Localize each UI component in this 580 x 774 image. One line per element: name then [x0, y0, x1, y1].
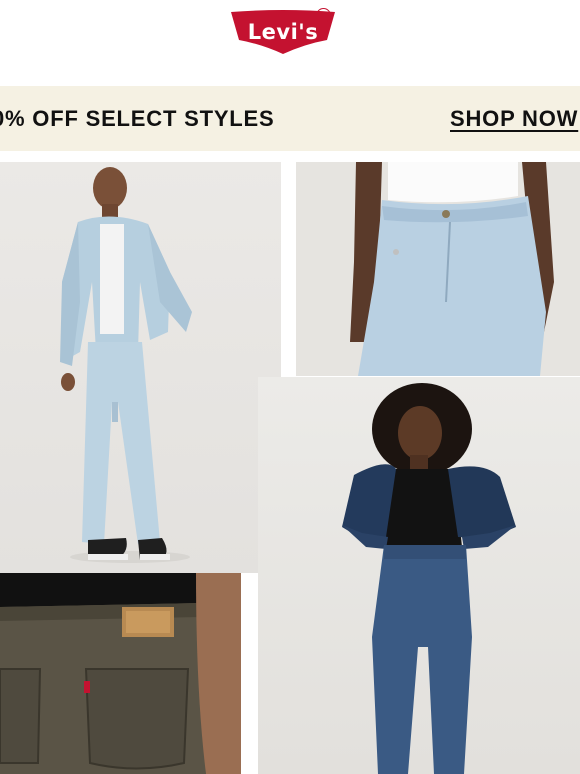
woman-dark-denim-photo: [342, 383, 516, 774]
image-woman-dark-denim[interactable]: [258, 377, 580, 774]
image-jeans-back-pocket[interactable]: [0, 573, 241, 774]
image-man-light-denim[interactable]: [0, 162, 281, 573]
shop-now-link[interactable]: SHOP NOW: [450, 106, 578, 132]
jeans-back-pocket-photo: [0, 573, 241, 774]
logo-wordmark: Levi's: [247, 20, 319, 44]
woman-light-jeans-photo: [350, 162, 554, 376]
image-woman-light-jeans[interactable]: [296, 162, 580, 376]
email-header: Levi's R: [0, 0, 580, 86]
promo-banner[interactable]: 0% OFF SELECT STYLES SHOP NOW: [0, 86, 580, 151]
registered-mark-icon: R: [316, 8, 331, 23]
man-light-denim-photo: [60, 167, 192, 563]
promo-text: 0% OFF SELECT STYLES: [0, 106, 275, 131]
